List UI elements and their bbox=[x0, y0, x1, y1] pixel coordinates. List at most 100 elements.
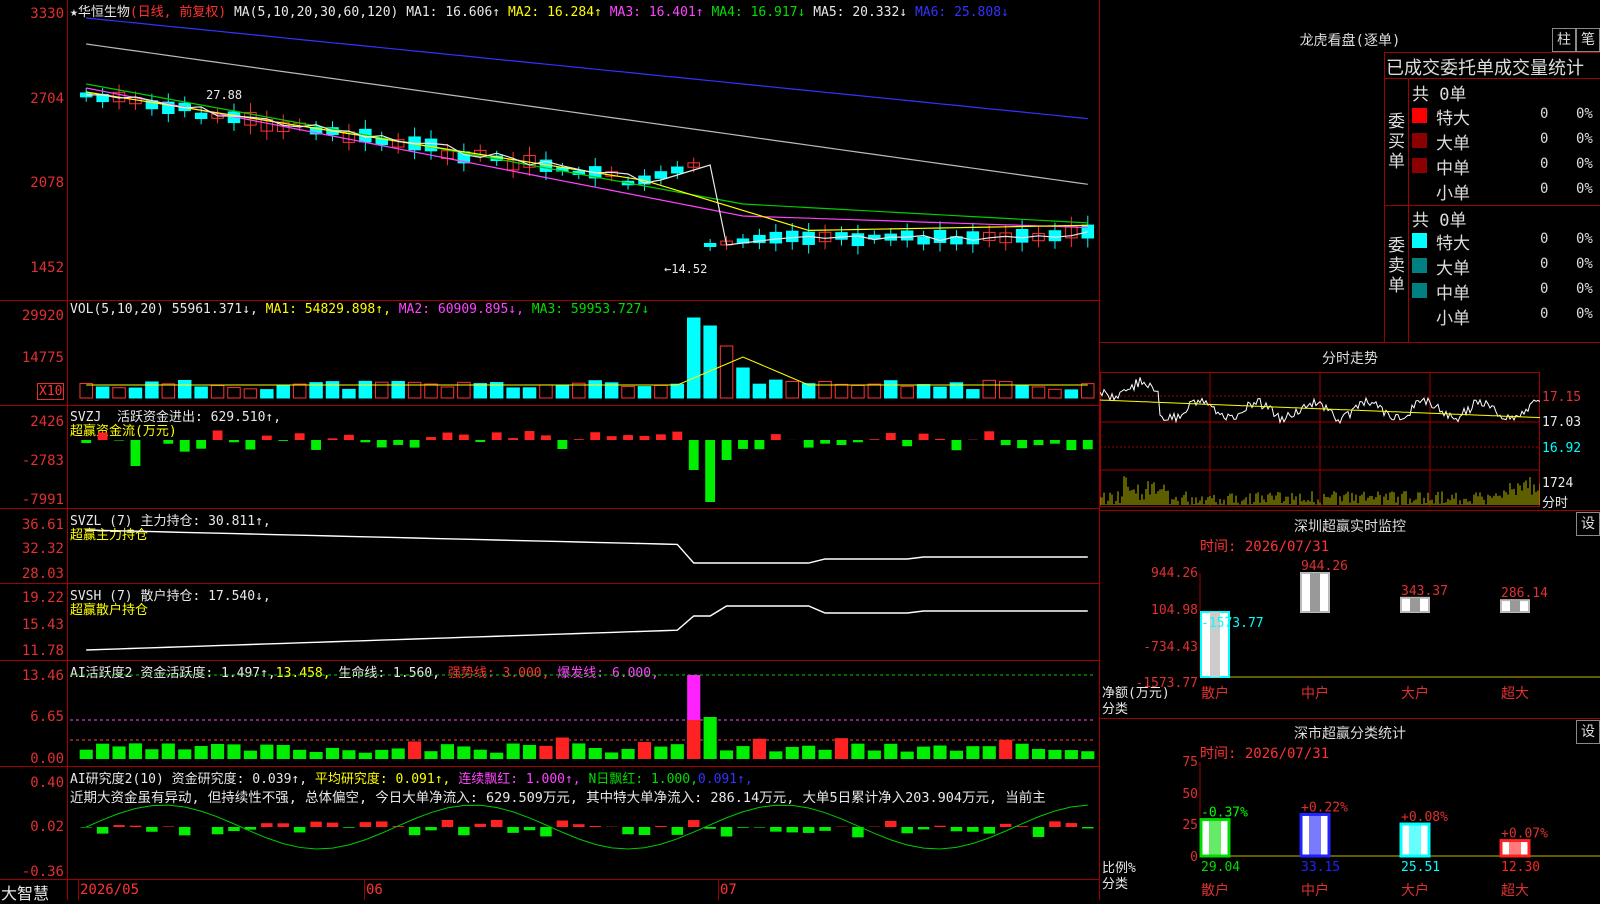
retail-holding-line bbox=[86, 606, 1088, 650]
order-count: 0 bbox=[1540, 281, 1548, 297]
volume-bar bbox=[687, 318, 699, 398]
fund-flow-bar bbox=[311, 440, 321, 450]
ratio-value-label: 29.04 bbox=[1201, 860, 1240, 875]
fund-flow-bar bbox=[196, 440, 206, 449]
order-percent: 0% bbox=[1576, 181, 1593, 197]
activity-bar bbox=[933, 746, 946, 759]
activity-bar bbox=[1065, 750, 1078, 759]
activity-bar bbox=[277, 745, 290, 759]
volume-bar bbox=[622, 386, 634, 398]
ratio-value-label: 33.15 bbox=[1301, 860, 1340, 875]
bar-highlight bbox=[1309, 814, 1321, 856]
research-bar bbox=[704, 827, 715, 829]
volume-bar bbox=[901, 386, 913, 398]
sz-monitor-settings-button[interactable]: 设 bbox=[1576, 512, 1600, 536]
fund-flow-bar bbox=[557, 440, 567, 449]
fund-flow-bar bbox=[98, 433, 108, 440]
order-percent: 0% bbox=[1576, 156, 1593, 172]
activity-bar bbox=[819, 750, 832, 759]
ratio-value-label: 25.51 bbox=[1401, 860, 1440, 875]
volume-bar bbox=[802, 384, 814, 398]
volume-bar bbox=[359, 381, 371, 398]
sz-monitor-chart[interactable]: -1573.77散户944.26中户343.37大户286.14超大 bbox=[1100, 560, 1600, 720]
activity-bar bbox=[851, 744, 864, 759]
fund-flow-bar bbox=[245, 440, 255, 450]
candle-body bbox=[425, 139, 436, 151]
tick-mode-button[interactable]: 笔 bbox=[1576, 28, 1600, 52]
activity-bar bbox=[1016, 744, 1029, 759]
kline-svg[interactable] bbox=[0, 0, 1100, 900]
activity-bar bbox=[326, 748, 339, 759]
volume-bar bbox=[343, 389, 355, 398]
activity-bar bbox=[375, 750, 388, 759]
research-bar bbox=[1082, 827, 1093, 828]
bar-highlight bbox=[1209, 820, 1221, 856]
volume-bar bbox=[967, 390, 979, 398]
order-size-label: 大单 bbox=[1436, 254, 1470, 279]
volume-bar bbox=[211, 386, 223, 398]
research-bar bbox=[97, 827, 108, 834]
fund-flow-bar bbox=[672, 432, 682, 440]
research-bar bbox=[1066, 823, 1077, 827]
candle-body bbox=[672, 167, 683, 173]
sz-class-settings-button[interactable]: 设 bbox=[1576, 720, 1600, 744]
buy-total: 共 0单 bbox=[1412, 80, 1466, 105]
order-percent: 0% bbox=[1576, 256, 1593, 272]
fund-flow-bar bbox=[574, 439, 584, 440]
price-candles bbox=[80, 18, 1093, 254]
activity-bar bbox=[474, 750, 487, 759]
order-color-swatch bbox=[1412, 108, 1427, 123]
activity-bar bbox=[572, 743, 585, 759]
bar-highlight bbox=[1310, 573, 1320, 612]
bar-value-label: 343.37 bbox=[1401, 584, 1448, 599]
order-color-swatch bbox=[1412, 133, 1427, 148]
fund-flow-bar bbox=[590, 432, 600, 440]
activity-bar bbox=[621, 749, 634, 759]
fund-flow-bar bbox=[1066, 440, 1076, 450]
order-size-label: 特大 bbox=[1436, 229, 1470, 254]
research-bar bbox=[113, 825, 124, 827]
volume-bar bbox=[737, 368, 749, 398]
research-bar bbox=[540, 827, 551, 836]
order-count: 0 bbox=[1540, 156, 1548, 172]
order-percent: 0% bbox=[1576, 231, 1593, 247]
order-color-swatch bbox=[1412, 283, 1427, 298]
kline-chart-area[interactable]: ★华恒生物(日线, 前复权) MA(5,10,20,30,60,120) MA1… bbox=[0, 0, 1100, 900]
research-bar bbox=[163, 826, 174, 827]
activity-bar bbox=[786, 747, 799, 759]
moving-average-line bbox=[86, 84, 1088, 223]
fund-flow-bar bbox=[492, 432, 502, 440]
ratio-value-label: 12.30 bbox=[1501, 860, 1540, 875]
activity-bar bbox=[654, 747, 667, 759]
fund-flow-bar bbox=[295, 433, 305, 440]
activity-bar bbox=[556, 738, 569, 759]
bar-mode-button[interactable]: 柱 bbox=[1552, 28, 1576, 52]
stats-tabs[interactable]: 已成交委托单成交量统计 bbox=[1386, 54, 1584, 80]
fund-flow-bar bbox=[163, 440, 173, 444]
research-bar bbox=[967, 827, 978, 832]
volume-bar bbox=[704, 326, 716, 398]
research-bar bbox=[984, 827, 995, 834]
fund-flow-bar bbox=[902, 440, 912, 446]
activity-bar bbox=[523, 745, 536, 759]
intraday-unit: 分时 bbox=[1542, 492, 1568, 511]
intraday-vol-axis: 1724 bbox=[1542, 476, 1573, 491]
intraday-chart[interactable] bbox=[1100, 370, 1540, 510]
volume-bar bbox=[638, 387, 650, 398]
activity-bar bbox=[310, 752, 323, 759]
moving-average-line bbox=[86, 88, 1088, 228]
research-bar bbox=[376, 821, 387, 827]
activity-bar bbox=[868, 751, 881, 759]
fund-flow-bar bbox=[1017, 440, 1027, 448]
activity-bar bbox=[457, 746, 470, 759]
sz-class-chart[interactable]: -0.37%29.04散户+0.22%33.15中户+0.08%25.51大户+… bbox=[1100, 756, 1600, 900]
fund-flow-bar bbox=[820, 440, 830, 444]
volume-bar bbox=[129, 388, 141, 398]
volume-bar bbox=[146, 382, 158, 398]
fund-flow-bar bbox=[180, 440, 190, 452]
fund-flow-bar bbox=[1034, 440, 1044, 445]
volume-bar bbox=[852, 386, 864, 398]
activity-bar bbox=[1048, 750, 1061, 759]
fund-flow-bar bbox=[853, 440, 863, 442]
research-bar bbox=[1000, 824, 1011, 827]
